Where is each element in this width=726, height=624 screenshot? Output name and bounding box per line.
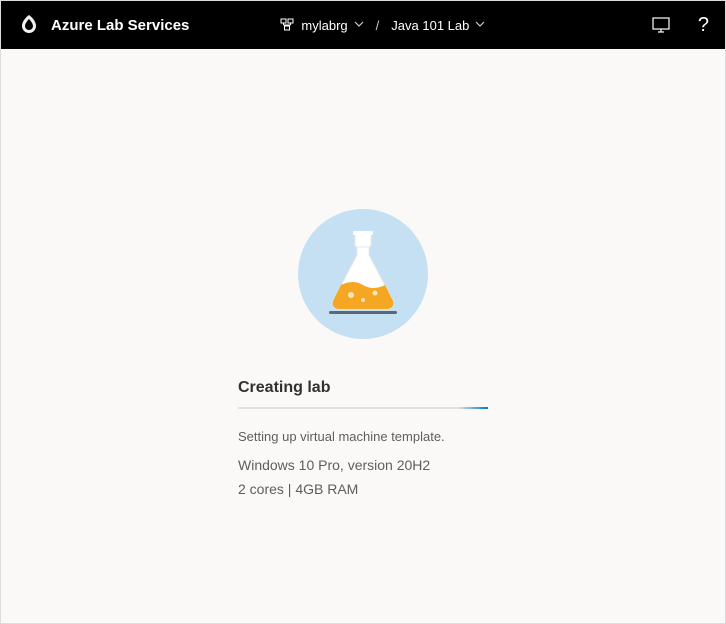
resource-group-icon <box>279 16 295 35</box>
monitor-icon[interactable] <box>652 17 670 33</box>
progress-bar <box>238 407 488 409</box>
chevron-down-icon <box>354 18 364 32</box>
help-icon[interactable]: ? <box>698 14 709 37</box>
progress-fill <box>458 407 488 409</box>
status-specs: 2 cores | 4GB RAM <box>238 478 358 502</box>
breadcrumb-lab[interactable]: Java 101 Lab <box>391 18 485 33</box>
breadcrumb: mylabrg / Java 101 Lab <box>279 16 485 35</box>
status-message: Setting up virtual machine template. <box>238 427 445 448</box>
header-actions: ? <box>652 14 709 37</box>
status-os: Windows 10 Pro, version 20H2 <box>238 454 430 478</box>
breadcrumb-lab-label: Java 101 Lab <box>391 18 469 33</box>
status-title: Creating lab <box>238 379 330 397</box>
product-name: Azure Lab Services <box>51 17 189 34</box>
product-logo-group[interactable]: Azure Lab Services <box>17 13 189 37</box>
azure-labs-logo-icon <box>17 13 41 37</box>
breadcrumb-separator: / <box>372 18 384 33</box>
creating-lab-status: Creating lab Setting up virtual machine … <box>238 209 488 501</box>
breadcrumb-account[interactable]: mylabrg <box>279 16 363 35</box>
breadcrumb-account-label: mylabrg <box>301 18 347 33</box>
main-content: Creating lab Setting up virtual machine … <box>1 49 725 501</box>
beaker-illustration <box>298 209 428 339</box>
top-header: Azure Lab Services mylabrg / J <box>1 1 725 49</box>
chevron-down-icon <box>475 18 485 32</box>
